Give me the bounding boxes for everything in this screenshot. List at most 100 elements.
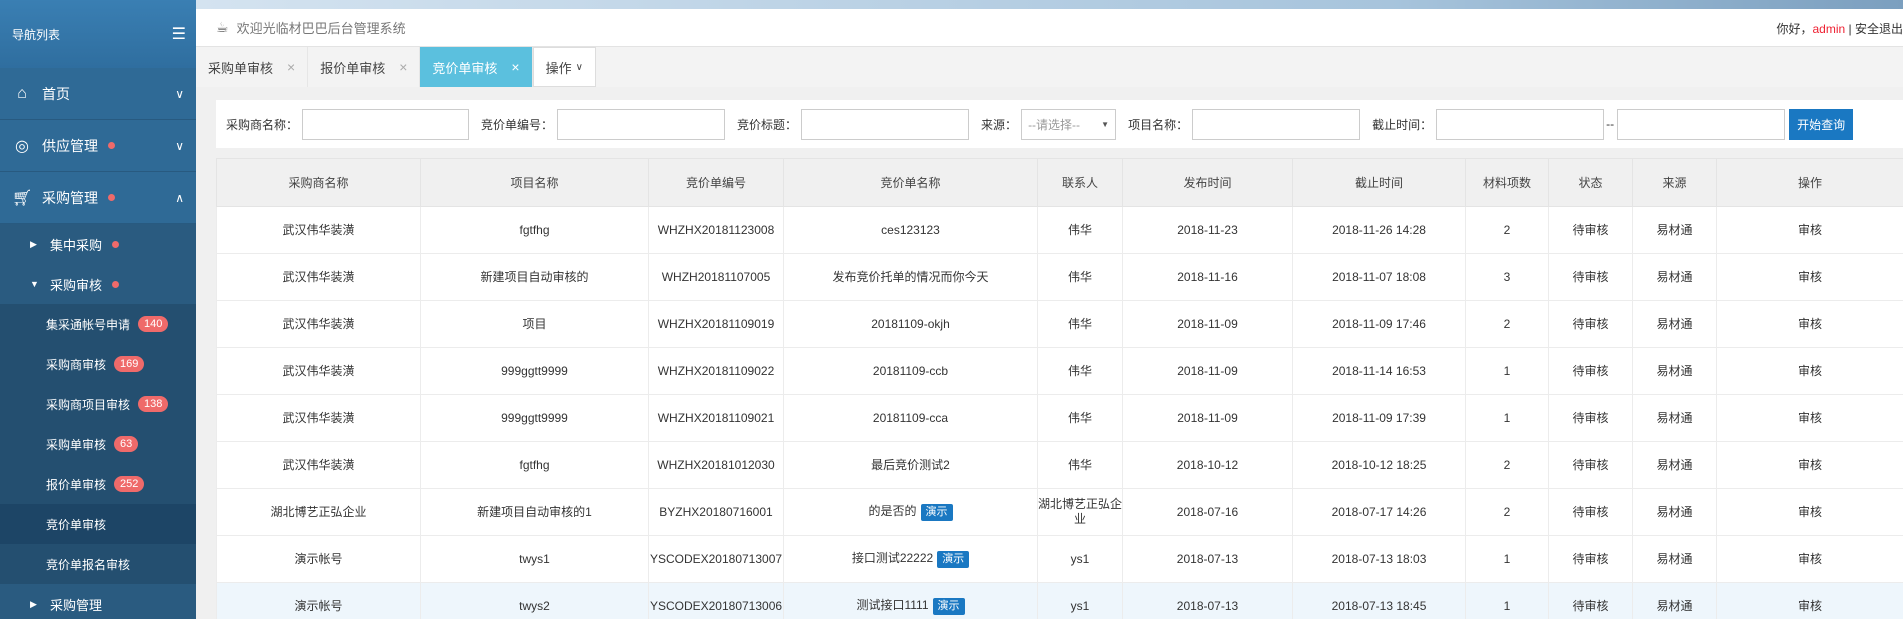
sidebar-item-purchase-order-audit[interactable]: 采购单审核 63 — [0, 424, 196, 464]
table-row[interactable]: 演示帐号 twys1 YSCODEX20180713007 接口测试22222 演示 ys… — [216, 535, 1903, 583]
tab-label: 报价单审核 — [320, 60, 386, 76]
table-row[interactable]: 武汉伟华装潢 项目 WHZHX20181109019 20181109-okjh 伟华 2… — [216, 300, 1903, 348]
tab-operations-dropdown[interactable]: 操作 ∨ — [532, 47, 596, 87]
column-header-source: 来源 — [1632, 158, 1717, 207]
table-row[interactable]: 演示帐号 twys2 YSCODEX20180713006 测试接口1111 演示 ys1… — [216, 582, 1903, 619]
bid-code-input[interactable] — [557, 108, 726, 140]
column-header-code: 竞价单编号 — [648, 158, 784, 207]
cell-contact: ys1 — [1037, 535, 1123, 583]
cell-code: WHZHX20181109021 — [648, 394, 784, 442]
supply-icon: ◎ — [15, 137, 29, 155]
deadline-start-input[interactable] — [1436, 108, 1605, 140]
audit-link[interactable]: 审核 — [1716, 206, 1903, 254]
audit-link[interactable]: 审核 — [1716, 394, 1903, 442]
chevron-down-icon: ∨ — [575, 61, 583, 73]
range-dash: -- — [1606, 117, 1615, 131]
group-label: 集中采购 — [50, 237, 103, 253]
sidebar-item-quote-audit[interactable]: 报价单审核 252 — [0, 464, 196, 504]
column-header-contact: 联系人 — [1037, 158, 1123, 207]
table-row[interactable]: 武汉伟华装潢 fgtfhg WHZHX20181123008 ces123123 伟华 2… — [216, 206, 1903, 254]
cell-buyer: 武汉伟华装潢 — [216, 300, 421, 348]
menu-supply[interactable]: ◎ 供应管理 ∨ — [0, 120, 196, 172]
table-row[interactable]: 武汉伟华装潢 新建项目自动审核的 WHZH20181107005 发布竞价托单的情况而… — [216, 253, 1903, 301]
cell-name: 最后竞价测试2 — [783, 441, 1038, 489]
cell-deadline: 2018-07-13 18:45 — [1292, 582, 1466, 619]
menu-home[interactable]: ⌂ 首页 ∨ — [0, 68, 196, 120]
deadline-end-input[interactable] — [1617, 108, 1786, 140]
cell-name: 测试接口1111 演示 — [783, 582, 1038, 619]
bid-name-text: 20181109-ccb — [872, 363, 949, 378]
bid-title-input[interactable] — [801, 108, 970, 140]
cell-code: WHZHX20181123008 — [648, 206, 784, 254]
project-name-input[interactable] — [1192, 108, 1361, 140]
sidebar-item-label: 集采通帐号申请 — [46, 317, 131, 332]
cell-pub: 2018-07-16 — [1122, 488, 1293, 536]
bid-name-text: 的是否的 — [868, 503, 917, 518]
sidebar-item-label: 竞价单报名审核 — [46, 557, 131, 572]
cell-source: 易材通 — [1632, 441, 1717, 489]
cell-name: 20181109-okjh — [783, 300, 1038, 348]
close-icon[interactable]: × — [511, 59, 519, 75]
cup-icon: ☕︎ — [216, 19, 229, 35]
audit-link[interactable]: 审核 — [1716, 582, 1903, 619]
table-row[interactable]: 湖北博艺正弘企业 新建项目自动审核的1 BYZHX20180716001 的是否的 演示… — [216, 488, 1903, 536]
column-header-op: 操作 — [1716, 158, 1903, 207]
bid-name-text: ces123123 — [881, 222, 940, 237]
audit-link[interactable]: 审核 — [1716, 253, 1903, 301]
tab-bid-audit[interactable]: 竞价单审核 × — [420, 47, 533, 87]
source-select[interactable]: --请选择-- ▼ — [1021, 108, 1117, 140]
count-badge: 169 — [114, 356, 145, 372]
audit-link[interactable]: 审核 — [1716, 300, 1903, 348]
buyer-name-input[interactable] — [302, 108, 470, 140]
cell-buyer: 湖北博艺正弘企业 — [216, 488, 421, 536]
audit-link[interactable]: 审核 — [1716, 488, 1903, 536]
tab-purchase-order-audit[interactable]: 采购单审核 × — [196, 47, 309, 87]
audit-link[interactable]: 审核 — [1716, 347, 1903, 395]
group-label: 采购审核 — [50, 277, 103, 293]
notify-dot — [108, 194, 115, 201]
cell-project: fgtfhg — [420, 206, 649, 254]
welcome-label: 欢迎光临材巴巴后台管理系统 — [236, 21, 406, 36]
audit-link[interactable]: 审核 — [1716, 441, 1903, 489]
sidebar-item-buyer-audit[interactable]: 采购商审核 169 — [0, 344, 196, 384]
cell-contact: ys1 — [1037, 582, 1123, 619]
table-row[interactable]: 武汉伟华装潢 999ggtt9999 WHZHX20181109022 2018110… — [216, 347, 1903, 395]
logout-link[interactable]: 安全退出 — [1855, 22, 1903, 36]
sidebar-group-audit[interactable]: ▼ 采购审核 — [0, 264, 196, 304]
code-label: 竞价单编号： — [481, 117, 554, 132]
cell-pub: 2018-10-12 — [1122, 441, 1293, 489]
cell-contact: 伟华 — [1037, 253, 1123, 301]
cell-project: 新建项目自动审核的 — [420, 253, 649, 301]
source-select-value: --请选择-- — [1028, 117, 1081, 132]
cell-status: 待审核 — [1548, 253, 1633, 301]
cell-buyer: 演示帐号 — [216, 535, 421, 583]
audit-link[interactable]: 审核 — [1716, 535, 1903, 583]
sidebar-item-bid-signup-audit[interactable]: 竞价单报名审核 — [0, 544, 196, 584]
search-button[interactable]: 开始查询 — [1789, 108, 1854, 140]
sidebar-item-account-apply[interactable]: 集采通帐号申请 140 — [0, 304, 196, 344]
menu-purchase[interactable]: 🛒︎ 采购管理 ∧ — [0, 172, 196, 224]
cell-name: ces123123 — [783, 206, 1038, 254]
close-icon[interactable]: × — [287, 59, 295, 75]
sidebar-item-bid-audit[interactable]: 竞价单审核 — [0, 504, 196, 544]
cell-source: 易材通 — [1632, 488, 1717, 536]
table-row[interactable]: 武汉伟华装潢 fgtfhg WHZHX20181012030 最后竞价测试2 伟华 201… — [216, 441, 1903, 489]
sidebar-group-purchase-manage[interactable]: ▶ 采购管理 — [0, 584, 196, 619]
tab-quote-audit[interactable]: 报价单审核 × — [308, 47, 421, 87]
collapse-menu-icon[interactable]: ☰ — [172, 24, 186, 44]
column-header-pub-time: 发布时间 — [1122, 158, 1293, 207]
sidebar-item-buyer-project-audit[interactable]: 采购商项目审核 138 — [0, 384, 196, 424]
table-row[interactable]: 武汉伟华装潢 999ggtt9999 WHZHX20181109021 2018110… — [216, 394, 1903, 442]
cell-buyer: 演示帐号 — [216, 582, 421, 619]
cell-status: 待审核 — [1548, 206, 1633, 254]
column-header-status: 状态 — [1548, 158, 1633, 207]
cell-status: 待审核 — [1548, 300, 1633, 348]
cell-project: twys2 — [420, 582, 649, 619]
cell-contact: 伟华 — [1037, 441, 1123, 489]
sidebar-group-centralized[interactable]: ▶ 集中采购 — [0, 224, 196, 264]
cell-pub: 2018-07-13 — [1122, 582, 1293, 619]
cell-code: WHZHX20181012030 — [648, 441, 784, 489]
close-icon[interactable]: × — [399, 59, 407, 75]
cell-project: 999ggtt9999 — [420, 347, 649, 395]
greeting: 你好， — [1776, 22, 1813, 36]
